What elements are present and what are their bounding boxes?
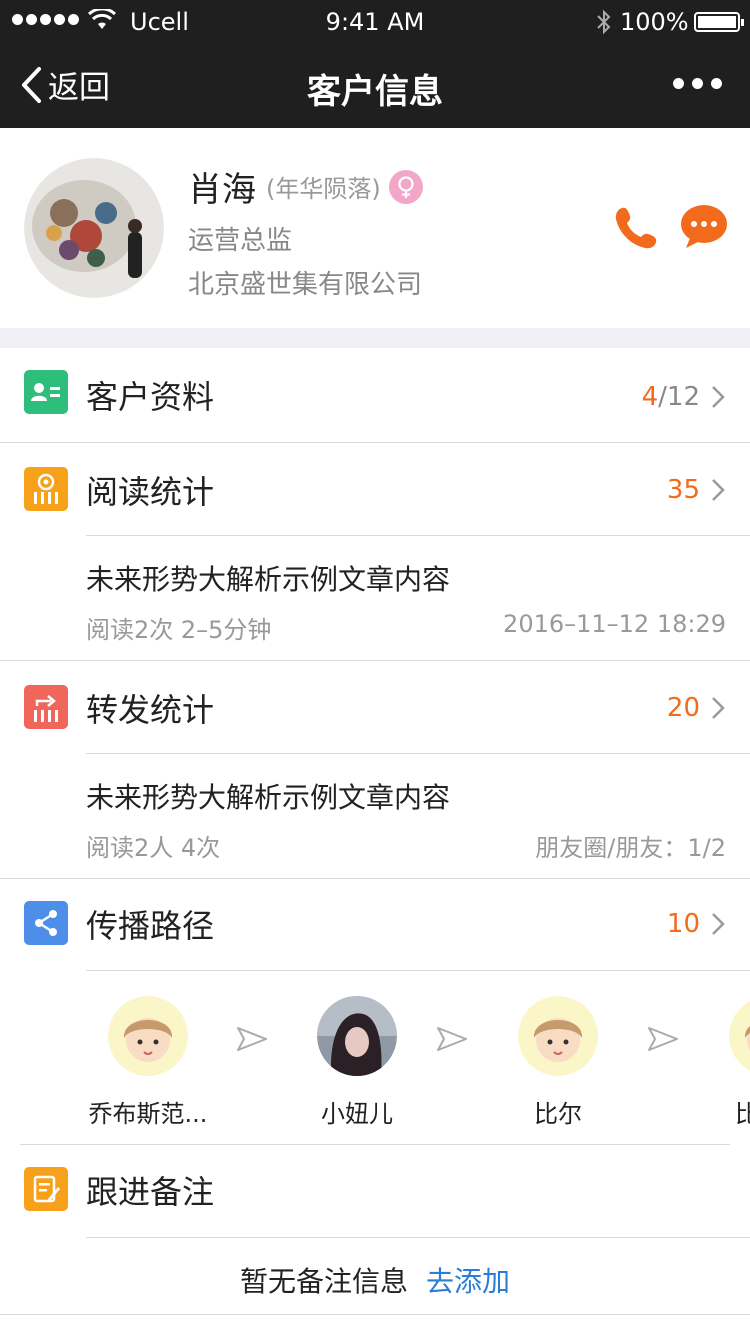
chevron-right-icon bbox=[712, 913, 725, 935]
section-count: 10 bbox=[666, 909, 700, 939]
female-icon bbox=[388, 169, 423, 204]
bluetooth-icon bbox=[597, 9, 611, 35]
avatar bbox=[518, 996, 598, 1076]
read-article-meta: 阅读2次 2–5分钟 bbox=[86, 616, 272, 644]
section-customer-info[interactable]: 客户资料 4/12 bbox=[0, 348, 750, 442]
path-person-name: 比 bbox=[735, 1100, 750, 1128]
avatar bbox=[317, 996, 397, 1076]
section-title: 转发统计 bbox=[86, 691, 215, 729]
chevron-right-icon bbox=[712, 479, 725, 501]
navigation-bar: 返回 客户信息 bbox=[0, 44, 750, 128]
battery-percent: 100% bbox=[620, 8, 689, 36]
path-person-name: 比尔 bbox=[534, 1100, 582, 1128]
name-row: 肖海 (年华陨落) bbox=[188, 162, 423, 211]
share-stats-icon bbox=[24, 685, 68, 729]
phone-icon[interactable] bbox=[612, 204, 660, 252]
path-person[interactable]: 乔布斯范... bbox=[73, 996, 223, 1129]
add-note-link[interactable]: 去添加 bbox=[426, 1265, 510, 1298]
customer-company: 北京盛世集有限公司 bbox=[188, 270, 423, 300]
empty-note-text: 暂无备注信息 bbox=[239, 1265, 408, 1298]
path-person[interactable]: 比尔 bbox=[483, 996, 633, 1129]
avatar bbox=[729, 996, 750, 1076]
divider bbox=[0, 1314, 750, 1315]
path-person[interactable]: 比 bbox=[695, 996, 750, 1129]
share-article-ratio: 朋友圈/朋友：1/2 bbox=[535, 834, 726, 862]
section-title: 传播路径 bbox=[86, 907, 215, 945]
read-article-title[interactable]: 未来形势大解析示例文章内容 bbox=[86, 558, 450, 598]
read-stats-icon bbox=[24, 467, 68, 511]
section-count: 4/12 bbox=[641, 382, 700, 412]
arrow-right-icon bbox=[648, 1027, 678, 1051]
page-title: 客户信息 bbox=[307, 72, 443, 112]
section-count: 20 bbox=[666, 693, 700, 723]
divider bbox=[86, 535, 750, 536]
arrow-right-icon bbox=[237, 1027, 267, 1051]
note-icon bbox=[24, 1167, 68, 1211]
battery-icon bbox=[694, 12, 744, 32]
section-read-stats[interactable]: 阅读统计 35 bbox=[0, 443, 750, 537]
message-icon[interactable] bbox=[680, 204, 728, 250]
more-options-button[interactable] bbox=[673, 78, 722, 89]
avatar bbox=[108, 996, 188, 1076]
followup-empty: 暂无备注信息 去添加 bbox=[0, 1260, 750, 1300]
divider bbox=[86, 1237, 750, 1238]
share-article-title[interactable]: 未来形势大解析示例文章内容 bbox=[86, 776, 450, 816]
section-title: 阅读统计 bbox=[86, 473, 215, 511]
chevron-right-icon bbox=[712, 697, 725, 719]
section-share-stats[interactable]: 转发统计 20 bbox=[0, 661, 750, 755]
read-article-date: 2016–11–12 18:29 bbox=[503, 610, 726, 638]
customer-name: 肖海 bbox=[188, 170, 256, 210]
path-person-name: 乔布斯范... bbox=[88, 1100, 208, 1128]
section-followup: 跟进备注 bbox=[0, 1145, 750, 1239]
divider bbox=[86, 753, 750, 754]
customer-nickname: (年华陨落) bbox=[266, 175, 381, 203]
top-bar: Ucell 9:41 AM 100% 返回 客户信息 bbox=[0, 0, 750, 128]
share-nodes-icon bbox=[24, 901, 68, 945]
profile-card: 肖海 (年华陨落) 运营总监 北京盛世集有限公司 bbox=[0, 128, 750, 328]
path-person-name: 小妞儿 bbox=[321, 1100, 393, 1128]
path-person[interactable]: 小妞儿 bbox=[282, 996, 432, 1129]
section-title: 客户资料 bbox=[86, 378, 215, 416]
chevron-right-icon bbox=[712, 386, 725, 408]
section-spread-path[interactable]: 传播路径 10 bbox=[0, 879, 750, 973]
arrow-right-icon bbox=[437, 1027, 467, 1051]
share-article-meta: 阅读2人 4次 bbox=[86, 834, 221, 862]
section-count: 35 bbox=[666, 475, 700, 505]
status-bar: Ucell 9:41 AM 100% bbox=[0, 0, 750, 44]
detail-list: 客户资料 4/12 阅读统计 35 未来形势大解析示例文章内容 阅读2次 2–5… bbox=[0, 348, 750, 1334]
contact-card-icon bbox=[24, 370, 68, 414]
avatar[interactable] bbox=[24, 158, 164, 298]
divider bbox=[86, 970, 750, 971]
section-title: 跟进备注 bbox=[86, 1173, 215, 1211]
customer-title: 运营总监 bbox=[188, 226, 293, 256]
